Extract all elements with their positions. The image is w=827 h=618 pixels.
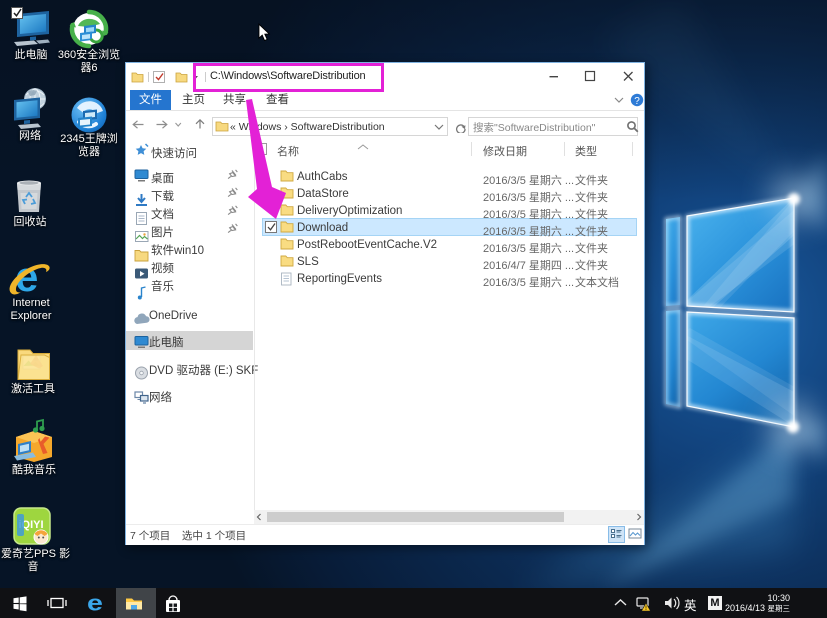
svg-text:?: ? bbox=[634, 96, 640, 107]
svg-text:!: ! bbox=[645, 606, 647, 612]
svg-text:e: e bbox=[87, 592, 103, 616]
